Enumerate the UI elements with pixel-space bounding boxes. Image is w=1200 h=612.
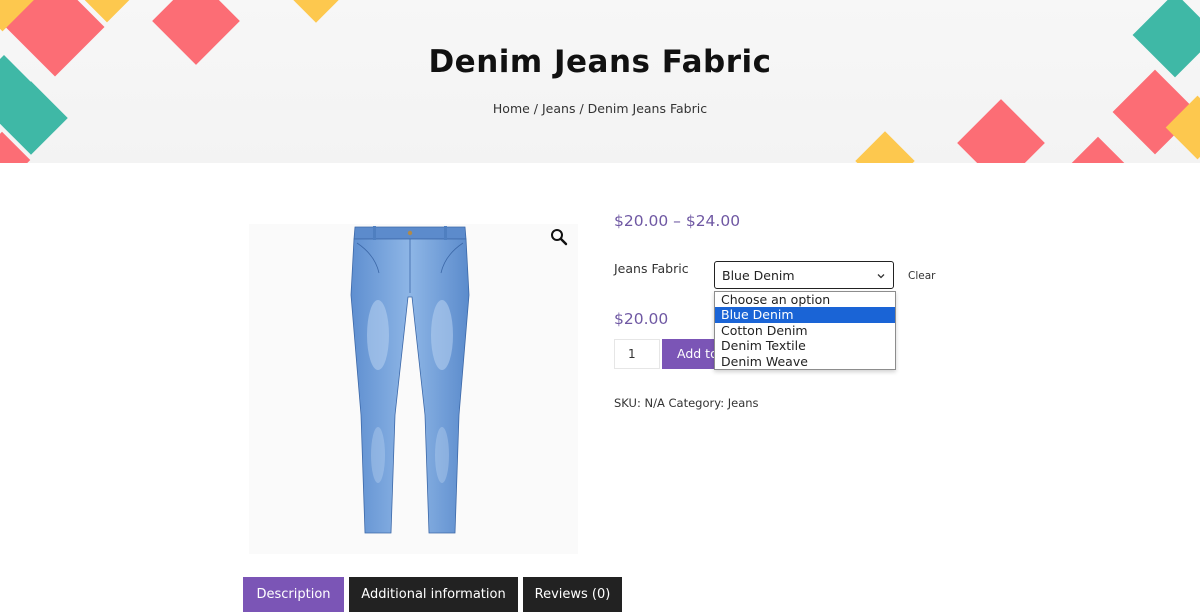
page-title: Denim Jeans Fabric	[428, 44, 772, 80]
dropdown-option[interactable]: Denim Weave	[715, 354, 895, 369]
decorative-tile	[1069, 136, 1127, 163]
dropdown-option[interactable]: Choose an option	[715, 292, 895, 307]
breadcrumb-home-link[interactable]: Home	[493, 101, 530, 116]
select-value: Blue Denim	[722, 268, 795, 283]
jeans-fabric-select[interactable]: Blue Denim	[714, 261, 894, 289]
variation-label: Jeans Fabric	[614, 261, 689, 276]
tab-reviews[interactable]: Reviews (0)	[523, 577, 622, 612]
sku-label: SKU:	[614, 396, 641, 410]
product-meta: SKU: N/A Category: Jeans	[614, 396, 759, 410]
tab-additional-information[interactable]: Additional information	[349, 577, 518, 612]
chevron-down-icon	[877, 274, 885, 279]
decorative-tile	[855, 131, 915, 163]
breadcrumb-current: Denim Jeans Fabric	[587, 101, 708, 116]
variation-price: $20.00	[614, 310, 669, 328]
breadcrumb: Home / Jeans / Denim Jeans Fabric	[0, 101, 1200, 116]
price-range: $20.00 – $24.00	[614, 212, 741, 230]
breadcrumb-separator: /	[529, 101, 542, 116]
breadcrumb-category-link[interactable]: Jeans	[542, 101, 575, 116]
sku-value: N/A	[644, 396, 665, 410]
page-hero-banner: Denim Jeans Fabric Home / Jeans / Denim …	[0, 0, 1200, 163]
tab-description[interactable]: Description	[243, 577, 344, 612]
dropdown-option[interactable]: Denim Textile	[715, 338, 895, 353]
quantity-input[interactable]: 1	[614, 339, 660, 369]
category-link[interactable]: Jeans	[728, 396, 759, 410]
fabric-options-list: Choose an option Blue Denim Cotton Denim…	[714, 291, 896, 370]
clear-variation-link[interactable]: Clear	[908, 270, 935, 282]
dropdown-option-selected[interactable]: Blue Denim	[715, 307, 895, 323]
dropdown-option[interactable]: Cotton Denim	[715, 323, 895, 338]
breadcrumb-separator: /	[575, 101, 588, 116]
category-label: Category:	[668, 396, 725, 410]
jeans-product-image[interactable]	[345, 225, 475, 540]
magnifier-icon[interactable]	[549, 227, 569, 247]
decorative-tile	[286, 0, 346, 23]
